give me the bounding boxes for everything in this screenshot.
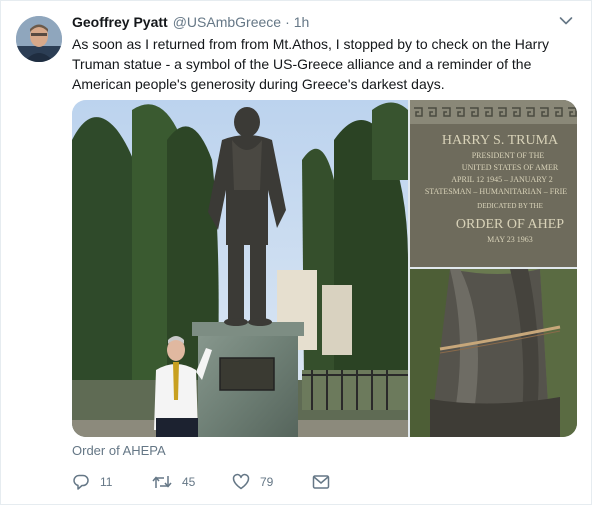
retweet-button[interactable]: 45 xyxy=(152,473,232,491)
photo-plaque[interactable]: HARRY S. TRUMA PRESIDENT OF THE UNITED S… xyxy=(410,100,577,267)
dm-button[interactable] xyxy=(312,474,330,490)
avatar[interactable] xyxy=(16,16,62,62)
plaque-line-2: PRESIDENT OF THE xyxy=(472,151,545,160)
plaque-line-1: HARRY S. TRUMA xyxy=(442,133,559,148)
heart-icon xyxy=(232,473,250,490)
tweet-text: As soon as I returned from from Mt.Athos… xyxy=(72,36,549,92)
plaque-line-4: APRIL 12 1945 – JANUARY 2 xyxy=(451,175,552,184)
like-button[interactable]: 79 xyxy=(232,473,312,491)
retweet-icon xyxy=(152,476,172,488)
plaque-line-3: UNITED STATES OF AMER xyxy=(462,163,559,172)
media-caption[interactable]: Order of AHEPA xyxy=(72,443,166,458)
tweet-header: Geoffrey Pyatt @USAmbGreece · 1h xyxy=(72,12,309,32)
reply-count: 11 xyxy=(100,475,113,489)
photo-statue[interactable] xyxy=(72,100,408,437)
plaque-line-7: ORDER OF AHEP xyxy=(456,217,564,232)
separator: · xyxy=(285,14,290,30)
reply-icon xyxy=(73,474,89,490)
plaque-line-8: MAY 23 1963 xyxy=(487,235,533,244)
retweet-count: 45 xyxy=(182,475,196,489)
photo-crack[interactable] xyxy=(410,269,577,437)
reply-button[interactable]: 11 xyxy=(72,473,152,491)
tweet-card[interactable]: Geoffrey Pyatt @USAmbGreece · 1h As soon… xyxy=(0,0,592,505)
author-handle[interactable]: @USAmbGreece xyxy=(173,14,281,30)
author-name[interactable]: Geoffrey Pyatt xyxy=(72,14,168,30)
media-grid[interactable]: HARRY S. TRUMA PRESIDENT OF THE UNITED S… xyxy=(72,100,577,437)
envelope-icon xyxy=(312,475,330,489)
timestamp[interactable]: 1h xyxy=(294,14,310,30)
plaque-line-6: DEDICATED BY THE xyxy=(477,202,543,210)
plaque-line-5: STATESMAN – HUMANITARIAN – FRIE xyxy=(425,187,567,196)
like-count: 79 xyxy=(260,475,274,489)
chevron-down-icon[interactable] xyxy=(559,16,573,26)
action-bar: 11 45 79 xyxy=(72,471,330,493)
